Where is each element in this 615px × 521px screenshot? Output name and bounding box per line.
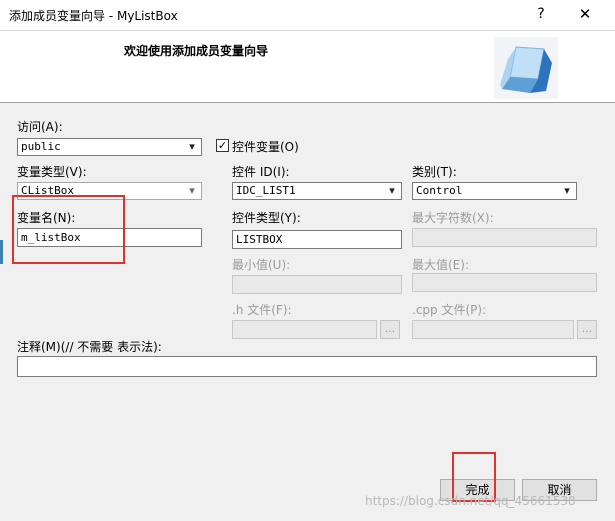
category-dropdown[interactable]: Control ▾ — [412, 182, 577, 200]
wizard-title: 欢迎使用添加成员变量向导 — [124, 44, 269, 58]
max-value-input[interactable] — [412, 273, 597, 292]
control-variable-checkbox[interactable]: ✓ — [216, 139, 229, 152]
cube-icon — [494, 37, 558, 99]
chevron-down-icon: ▾ — [189, 140, 195, 153]
h-file-input[interactable] — [232, 320, 377, 339]
chevron-down-icon: ▾ — [189, 184, 195, 197]
h-file-browse-button[interactable]: ... — [380, 320, 400, 339]
control-type-field[interactable]: LISTBOX — [232, 230, 402, 249]
control-id-dropdown[interactable]: IDC_LIST1 ▾ — [232, 182, 402, 200]
control-variable-label: 控件变量(O) — [232, 140, 299, 154]
category-value: Control — [416, 184, 463, 197]
comment-label: 注释(M)(// 不需要 表示法): — [17, 340, 162, 354]
watermark-text: https://blog.csdn.net/qq_45661538 — [365, 494, 576, 508]
access-dropdown[interactable]: public ▾ — [17, 138, 202, 156]
window-title: 添加成员变量向导 - MyListBox — [9, 9, 178, 23]
control-id-value: IDC_LIST1 — [236, 184, 296, 197]
cpp-file-browse-button[interactable]: ... — [577, 320, 597, 339]
chevron-down-icon: ▾ — [564, 184, 570, 197]
variable-type-label: 变量类型(V): — [17, 165, 87, 179]
access-value: public — [21, 140, 61, 153]
chevron-down-icon: ▾ — [389, 184, 395, 197]
max-value-label: 最大值(E): — [412, 258, 469, 272]
cpp-file-input[interactable] — [412, 320, 574, 339]
max-chars-input[interactable] — [412, 228, 597, 247]
comment-input[interactable] — [17, 356, 597, 377]
max-chars-label: 最大字符数(X): — [412, 211, 494, 225]
h-file-label: .h 文件(F): — [232, 303, 292, 317]
title-bar: 添加成员变量向导 - MyListBox ? ✕ — [0, 0, 615, 31]
category-label: 类别(T): — [412, 165, 457, 179]
annotation-highlight-variable-name — [12, 195, 125, 264]
control-id-label: 控件 ID(I): — [232, 165, 290, 179]
access-label: 访问(A): — [17, 120, 63, 134]
control-type-label: 控件类型(Y): — [232, 211, 301, 225]
min-value-label: 最小值(U): — [232, 258, 291, 272]
close-button[interactable]: ✕ — [574, 4, 596, 24]
cpp-file-label: .cpp 文件(P): — [412, 303, 487, 317]
left-edge-marker — [0, 240, 3, 264]
min-value-input[interactable] — [232, 275, 402, 294]
help-button[interactable]: ? — [530, 4, 552, 24]
wizard-header: 欢迎使用添加成员变量向导 — [0, 31, 615, 103]
